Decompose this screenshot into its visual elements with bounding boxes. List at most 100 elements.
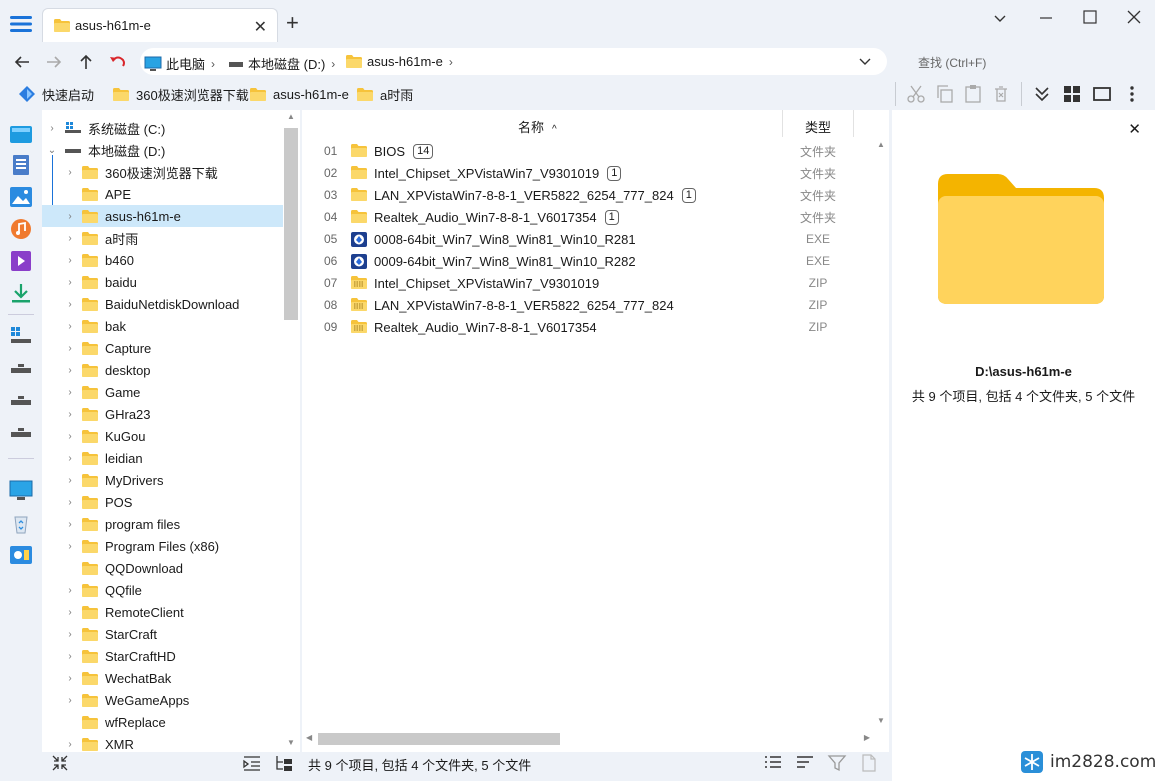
chevron-right-icon[interactable]: › [64,475,76,486]
tree-item-folder[interactable]: › bak [42,315,283,337]
grid-view-icon[interactable] [1062,84,1082,104]
scroll-up-icon[interactable]: ▲ [877,140,885,149]
close-preview-icon[interactable]: ✕ [1128,120,1141,138]
chevron-right-icon[interactable]: › [64,695,76,706]
chevron-right-icon[interactable]: › [64,365,76,376]
breadcrumb-this-pc[interactable]: 此电脑 › [144,54,215,73]
close-window-icon[interactable] [1124,8,1144,28]
documents-icon[interactable] [9,154,33,176]
sort-icon[interactable] [795,754,815,772]
file-row[interactable]: 08 LAN_XPVistaWin7-8-8-1_VER5822_6254_777… [302,294,872,316]
dropdown-chevron-icon[interactable] [990,8,1010,28]
quickbar-item-ashiyu[interactable]: a时雨 [356,84,413,104]
forward-arrow-icon[interactable] [44,52,64,72]
close-tab-icon[interactable]: ✕ [254,17,267,37]
tree-item-folder[interactable]: › 360极速浏览器下载 [42,161,283,183]
control-panel-icon[interactable] [9,544,33,566]
collapse-all-icon[interactable] [50,753,70,773]
search-input[interactable]: 查找 (Ctrl+F) [918,54,986,71]
chevron-right-icon[interactable]: › [64,519,76,530]
chevron-right-icon[interactable]: › [64,585,76,596]
tree-item-drive-d[interactable]: ⌄ 本地磁盘 (D:) [46,139,287,161]
scroll-right-icon[interactable]: ▶ [864,733,870,742]
chevron-right-icon[interactable]: › [64,167,76,178]
column-name[interactable]: 名称 ^ [518,117,557,136]
tree-item-folder[interactable]: wfReplace [42,711,283,733]
chevron-right-icon[interactable]: › [64,453,76,464]
drive-e-icon[interactable] [9,390,33,412]
back-arrow-icon[interactable] [12,52,32,72]
tree-item-folder[interactable]: › asus-h61m-e [42,205,283,227]
maximize-icon[interactable] [1080,8,1100,28]
tree-scrollbar[interactable]: ▲ ▼ [283,112,299,752]
music-icon[interactable] [9,218,33,240]
list-vertical-scrollbar[interactable]: ▲ ▼ [873,138,889,730]
breadcrumb-drive-d[interactable]: 本地磁盘 (D:) › [228,54,335,73]
chevron-right-icon[interactable]: › [64,607,76,618]
chevron-right-icon[interactable]: › [46,123,58,134]
tree-item-folder[interactable]: › RemoteClient [42,601,283,623]
scroll-down-icon[interactable]: ▼ [287,738,295,747]
tree-item-folder[interactable]: › QQfile [42,579,283,601]
file-row[interactable]: 03 LAN_XPVistaWin7-8-8-1_VER5822_6254_777… [302,184,872,206]
tree-item-folder[interactable]: › leidian [42,447,283,469]
chevron-right-icon[interactable]: › [64,541,76,552]
drive-f-icon[interactable] [9,422,33,444]
tree-item-folder[interactable]: › b460 [42,249,283,271]
computer-icon[interactable] [9,480,33,502]
tree-item-folder[interactable]: › POS [42,491,283,513]
file-row[interactable]: 07 Intel_Chipset_XPVistaWin7_V9301019 ZIP [302,272,872,294]
tree-item-folder[interactable]: › StarCraftHD [42,645,283,667]
drive-c-icon[interactable] [9,324,33,346]
chevron-right-icon[interactable]: › [64,387,76,398]
videos-icon[interactable] [9,250,33,272]
desktop-icon[interactable] [9,124,33,146]
tree-item-folder[interactable]: › WechatBak [42,667,283,689]
tree-item-folder[interactable]: › WeGameApps [42,689,283,711]
scroll-left-icon[interactable]: ◀ [306,733,312,742]
chevron-down-icon[interactable]: ⌄ [46,145,58,156]
hamburger-menu-icon[interactable] [8,12,34,36]
copy-icon[interactable] [935,84,955,104]
filter-icon[interactable] [827,754,847,772]
list-horizontal-scrollbar[interactable]: ◀ ▶ [302,731,872,747]
chevron-right-icon[interactable]: › [64,739,76,750]
file-row[interactable]: 06 0009-64bit_Win7_Win8_Win81_Win10_R282 E… [302,250,872,272]
tree-item-folder[interactable]: › BaiduNetdiskDownload [42,293,283,315]
recycle-bin-icon[interactable] [9,512,33,534]
undo-icon[interactable] [108,52,128,72]
delete-icon[interactable] [991,84,1011,104]
tree-item-folder[interactable]: › baidu [42,271,283,293]
tree-item-folder[interactable]: › Capture [42,337,283,359]
tree-item-folder[interactable]: APE [42,183,283,205]
paste-icon[interactable] [963,84,983,104]
tree-scroll-thumb[interactable] [284,128,298,320]
tree-item-folder[interactable]: › Game [42,381,283,403]
scroll-up-icon[interactable]: ▲ [287,112,295,121]
drive-d-icon[interactable] [9,358,33,380]
tree-item-folder[interactable]: › XMR [42,733,283,755]
address-dropdown-icon[interactable] [857,52,873,70]
chevron-right-icon[interactable]: › [64,211,76,222]
tree-item-folder[interactable]: QQDownload [42,557,283,579]
double-chevron-down-icon[interactable] [1032,84,1052,104]
tree-item-folder[interactable]: › KuGou [42,425,283,447]
chevron-right-icon[interactable]: › [64,277,76,288]
downloads-icon[interactable] [9,282,33,304]
tree-structure-icon[interactable] [274,753,294,773]
chevron-right-icon[interactable]: › [64,299,76,310]
cut-icon[interactable] [906,84,926,104]
tree-item-folder[interactable]: › desktop [42,359,283,381]
tree-item-drive-c[interactable]: › 系统磁盘 (C:) [46,117,287,139]
scroll-down-icon[interactable]: ▼ [877,716,885,725]
pictures-icon[interactable] [9,186,33,208]
file-row[interactable]: 05 0008-64bit_Win7_Win8_Win81_Win10_R281 E… [302,228,872,250]
more-options-icon[interactable] [1122,84,1142,104]
chevron-right-icon[interactable]: › [64,409,76,420]
indent-icon[interactable] [242,753,262,773]
tree-item-folder[interactable]: › a时雨 [42,227,283,249]
tree-item-folder[interactable]: › Program Files (x86) [42,535,283,557]
chevron-right-icon[interactable]: › [64,673,76,684]
tree-item-folder[interactable]: › GHra23 [42,403,283,425]
breadcrumb-folder[interactable]: asus-h61m-e › [345,54,453,69]
